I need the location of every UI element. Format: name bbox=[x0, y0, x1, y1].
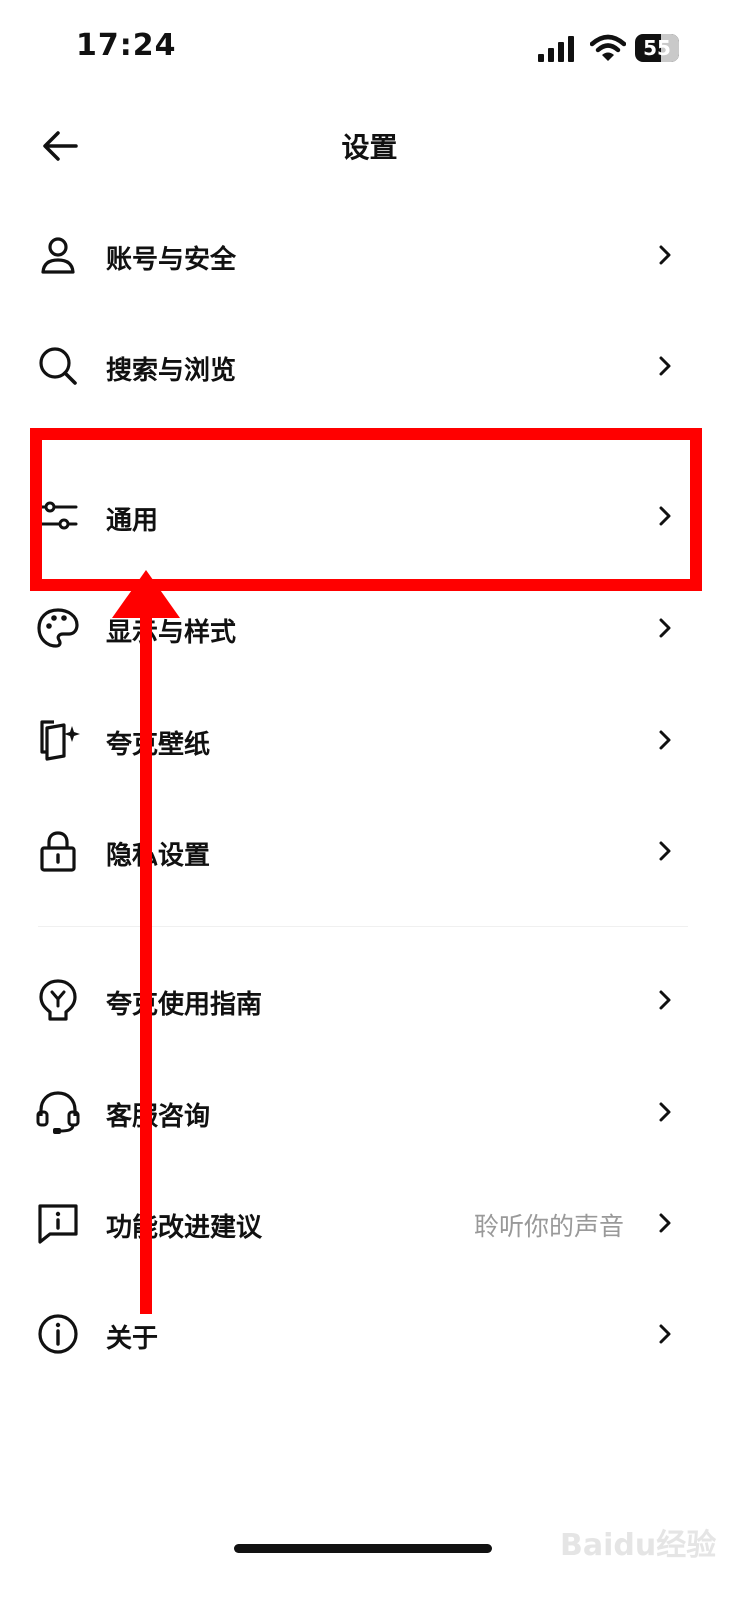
chevron-right-icon bbox=[659, 618, 671, 638]
info-icon bbox=[38, 1314, 78, 1354]
menu-item-label: 显示与样式 bbox=[106, 618, 237, 648]
user-icon bbox=[41, 237, 75, 274]
menu-item-label: 功能改进建议 bbox=[106, 1213, 263, 1243]
chevron-right-icon bbox=[659, 245, 671, 265]
status-bar: 17:24 55 bbox=[0, 0, 739, 100]
menu-item-label: 账号与安全 bbox=[106, 245, 237, 275]
chevron-right-icon bbox=[659, 506, 671, 526]
battery-level: 55 bbox=[643, 36, 671, 60]
feedback-icon bbox=[38, 1204, 78, 1244]
menu-item-label: 隐私设置 bbox=[106, 841, 211, 871]
sliders-icon bbox=[38, 501, 78, 530]
watermark: Baidu经验 bbox=[560, 1528, 717, 1563]
chevron-right-icon bbox=[659, 730, 671, 750]
menu-item-label: 搜索与浏览 bbox=[106, 356, 237, 386]
chevron-right-icon bbox=[659, 356, 671, 376]
menu-item-display-style[interactable]: 显示与样式 bbox=[0, 578, 739, 678]
wifi-icon bbox=[590, 34, 626, 61]
guide-bulb-icon bbox=[39, 979, 77, 1021]
chevron-right-icon bbox=[659, 990, 671, 1010]
menu-item-wallpaper[interactable]: 夸克壁纸 bbox=[0, 690, 739, 790]
menu-item-feedback[interactable]: 功能改进建议 聆听你的声音 bbox=[0, 1173, 739, 1273]
home-indicator bbox=[234, 1544, 492, 1553]
menu-item-label: 关于 bbox=[106, 1324, 159, 1354]
menu-item-user-guide[interactable]: 夸克使用指南 bbox=[0, 950, 739, 1050]
cellular-signal-icon bbox=[538, 36, 574, 62]
menu-item-customer-service[interactable]: 客服咨询 bbox=[0, 1062, 739, 1162]
search-icon bbox=[39, 347, 77, 385]
menu-item-label: 夸克使用指南 bbox=[106, 990, 263, 1020]
wallpaper-icon bbox=[40, 720, 80, 761]
menu-item-search-browse[interactable]: 搜索与浏览 bbox=[0, 316, 739, 416]
palette-icon bbox=[37, 608, 79, 648]
chevron-right-icon bbox=[659, 841, 671, 861]
menu-item-label: 客服咨询 bbox=[106, 1102, 211, 1132]
battery-icon: 55 bbox=[635, 34, 679, 62]
menu-item-about[interactable]: 关于 bbox=[0, 1284, 739, 1384]
chevron-right-icon bbox=[659, 1102, 671, 1122]
section-divider bbox=[38, 926, 688, 927]
feedback-hint: 聆听你的声音 bbox=[473, 1212, 624, 1241]
chevron-right-icon bbox=[659, 1213, 671, 1233]
chevron-right-icon bbox=[659, 1324, 671, 1344]
menu-item-general[interactable]: 通用 bbox=[0, 466, 739, 566]
headset-icon bbox=[36, 1091, 80, 1134]
menu-item-privacy[interactable]: 隐私设置 bbox=[0, 801, 739, 901]
menu-item-account-security[interactable]: 账号与安全 bbox=[0, 205, 739, 305]
nav-header: 设置 bbox=[0, 110, 739, 182]
lock-icon bbox=[40, 831, 76, 872]
menu-item-label: 通用 bbox=[106, 506, 159, 536]
menu-item-label: 夸克壁纸 bbox=[106, 730, 211, 760]
status-time: 17:24 bbox=[76, 28, 177, 63]
page-title: 设置 bbox=[341, 131, 398, 164]
